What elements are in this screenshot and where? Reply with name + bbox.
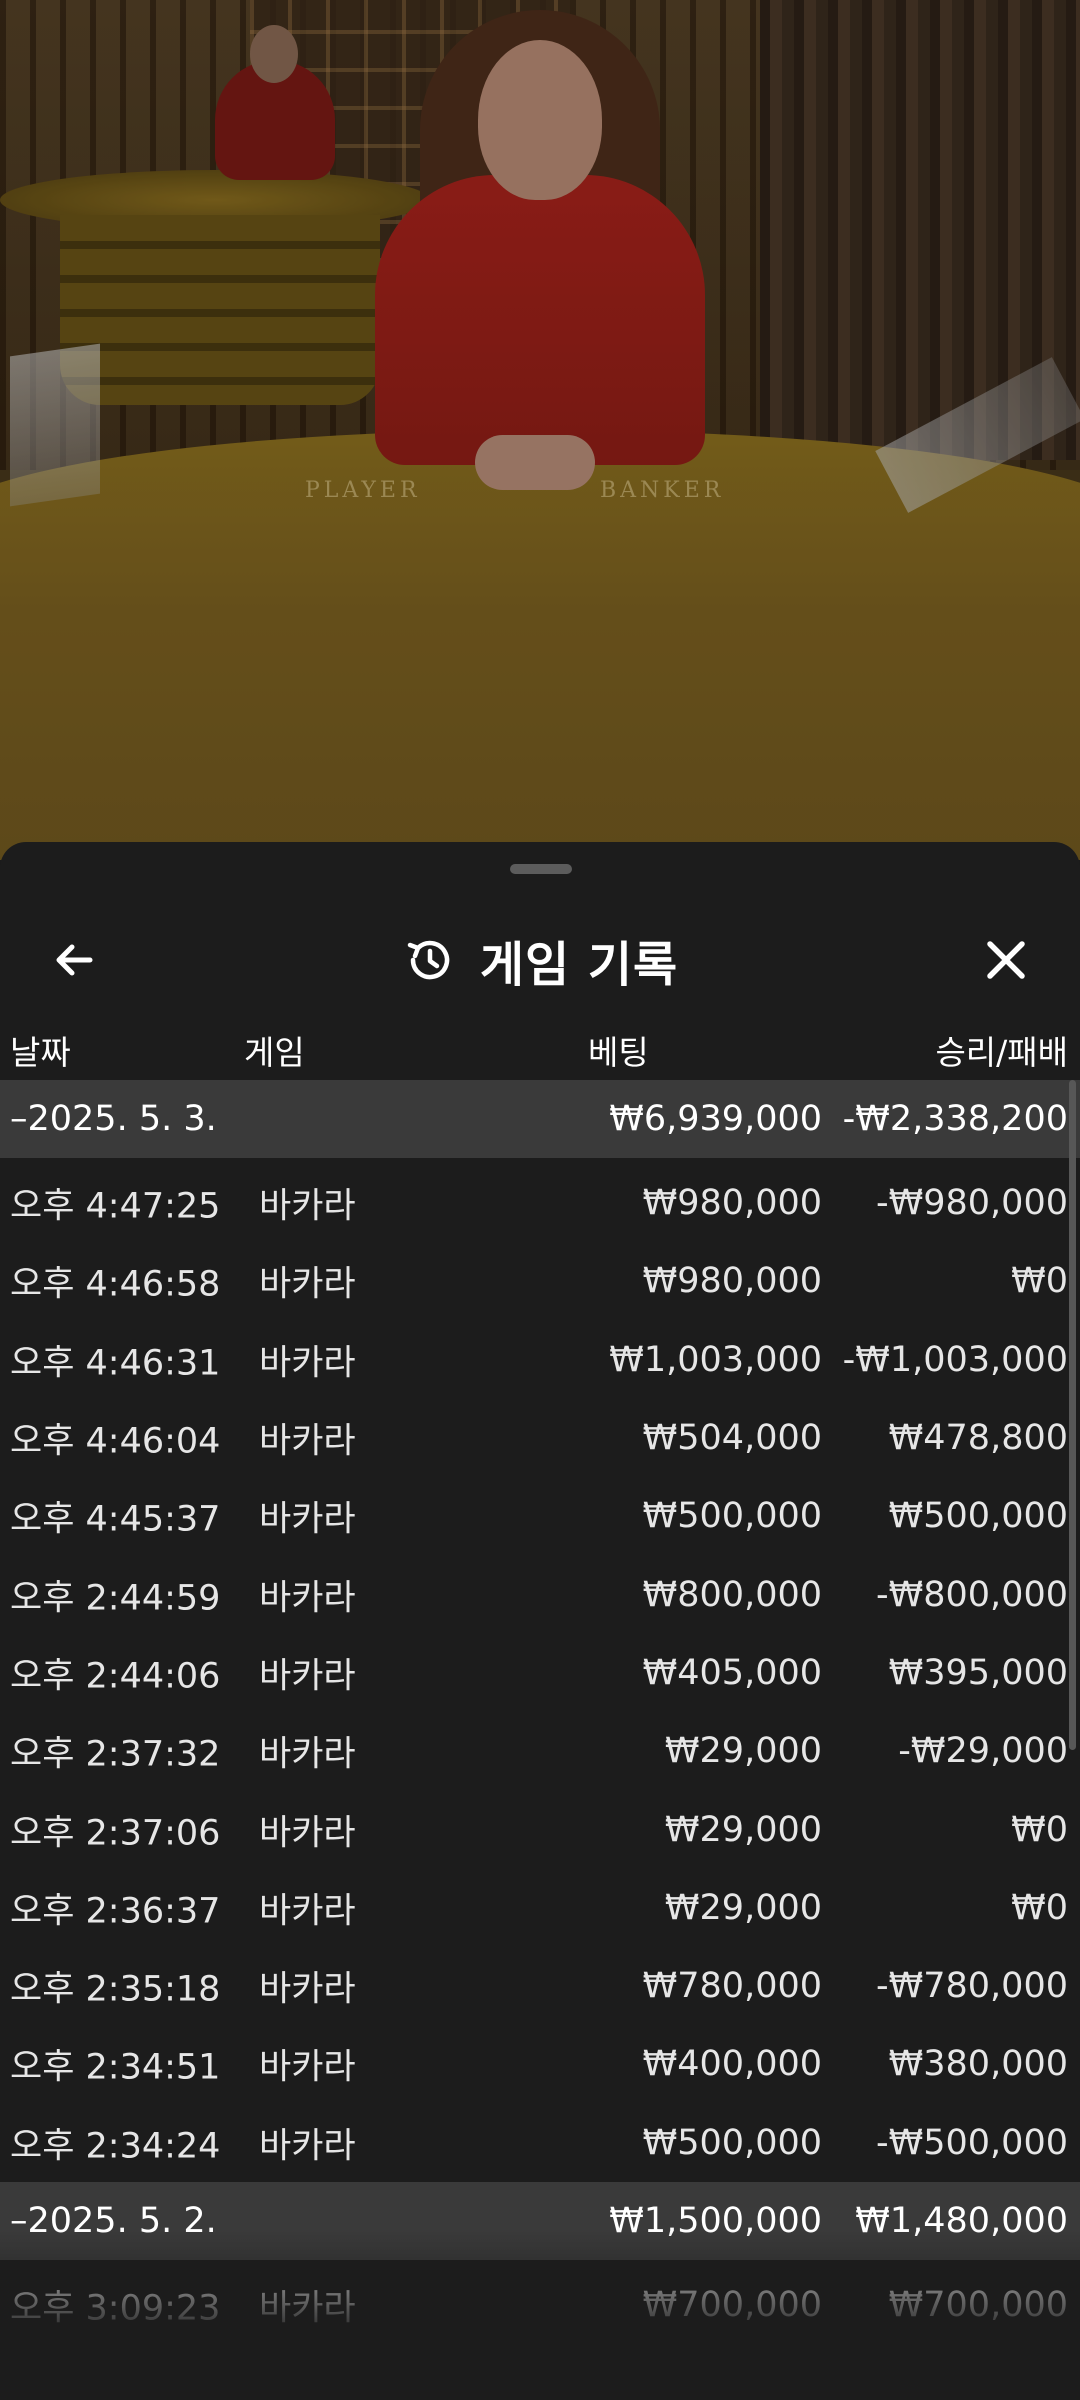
row-game: 바카라 bbox=[259, 2126, 356, 2167]
table-row[interactable]: 오후 4:46:04 바카라 ₩504,000 ₩478,800 bbox=[0, 1399, 1080, 1477]
row-game: 바카라 bbox=[259, 1186, 356, 1227]
row-result: -₩1,003,000 bbox=[842, 1339, 1068, 1380]
table-row[interactable]: 오후 4:45:37 바카라 ₩500,000 ₩500,000 bbox=[0, 1477, 1080, 1555]
row-time: 오후 4:46:04 bbox=[10, 1421, 221, 1462]
row-result: -₩980,000 bbox=[876, 1183, 1068, 1224]
history-clock-icon bbox=[407, 940, 450, 980]
row-result: -₩800,000 bbox=[876, 1574, 1068, 1615]
row-result: ₩478,800 bbox=[888, 1418, 1068, 1459]
game-history-screen: PLAYER BANKER 게임 기록 날짜 게임 베팅 승리/패배 –2025… bbox=[0, 0, 1080, 2400]
group-date: –2025. 5. 2. bbox=[10, 2200, 217, 2241]
row-time: 오후 2:36:37 bbox=[10, 1891, 221, 1932]
table-row[interactable]: 오후 4:46:58 바카라 ₩980,000 ₩0 bbox=[0, 1242, 1080, 1320]
row-game: 바카라 bbox=[259, 1969, 356, 2010]
row-result: ₩700,000 bbox=[888, 2285, 1068, 2325]
row-game: 바카라 bbox=[259, 1578, 356, 1619]
row-result: ₩500,000 bbox=[888, 1496, 1068, 1537]
row-time: 오후 2:37:32 bbox=[10, 1734, 221, 1775]
sheet-drag-handle[interactable] bbox=[510, 864, 572, 874]
row-game: 바카라 bbox=[259, 2288, 356, 2329]
row-time: 오후 4:46:31 bbox=[10, 1343, 221, 1384]
row-bet: ₩29,000 bbox=[664, 1887, 822, 1928]
group-bet-total: ₩1,500,000 bbox=[609, 2200, 822, 2241]
column-header-bet: 베팅 bbox=[588, 1033, 649, 1072]
table-row[interactable]: 오후 2:37:32 바카라 ₩29,000 -₩29,000 bbox=[0, 1712, 1080, 1790]
close-icon bbox=[987, 941, 1025, 979]
sheet-title-group: 게임 기록 bbox=[0, 922, 1080, 998]
column-header-result: 승리/패배 bbox=[935, 1033, 1068, 1072]
table-row[interactable]: 오후 2:37:06 바카라 ₩29,000 ₩0 bbox=[0, 1790, 1080, 1868]
scrollbar[interactable] bbox=[1069, 1080, 1076, 1750]
row-result: -₩500,000 bbox=[876, 2122, 1068, 2163]
row-result: ₩395,000 bbox=[888, 1652, 1068, 1693]
row-game: 바카라 bbox=[259, 1813, 356, 1854]
table-row[interactable]: 오후 4:46:31 바카라 ₩1,003,000 -₩1,003,000 bbox=[0, 1321, 1080, 1399]
row-result: ₩0 bbox=[1011, 1809, 1068, 1850]
row-bet: ₩405,000 bbox=[642, 1652, 822, 1693]
live-dealer-video: PLAYER BANKER bbox=[0, 0, 1080, 860]
row-game: 바카라 bbox=[259, 1734, 356, 1775]
row-bet: ₩700,000 bbox=[642, 2285, 822, 2325]
table-header: 날짜 게임 베팅 승리/패배 bbox=[0, 1012, 1080, 1082]
row-time: 오후 2:34:24 bbox=[10, 2126, 221, 2167]
row-game: 바카라 bbox=[259, 1891, 356, 1932]
table-row[interactable]: 오후 2:34:51 바카라 ₩400,000 ₩380,000 bbox=[0, 2025, 1080, 2103]
row-bet: ₩500,000 bbox=[642, 1496, 822, 1537]
row-bet: ₩400,000 bbox=[642, 2044, 822, 2085]
row-result: ₩0 bbox=[1011, 1261, 1068, 1302]
row-time: 오후 3:09:23 bbox=[10, 2288, 221, 2329]
row-result: ₩0 bbox=[1011, 1887, 1068, 1928]
row-time: 오후 2:44:06 bbox=[10, 1656, 221, 1697]
date-group-row[interactable]: –2025. 5. 2. ₩1,500,000 ₩1,480,000 bbox=[0, 2181, 1080, 2260]
row-result: -₩780,000 bbox=[876, 1966, 1068, 2007]
table-row[interactable]: 오후 2:34:24 바카라 ₩500,000 -₩500,000 bbox=[0, 2104, 1080, 2182]
table-row[interactable]: 오후 3:09:23 바카라 ₩700,000 ₩700,000 bbox=[0, 2266, 1080, 2344]
group-result-total: ₩1,480,000 bbox=[855, 2200, 1068, 2241]
row-bet: ₩29,000 bbox=[664, 1731, 822, 1772]
close-button[interactable] bbox=[970, 924, 1042, 996]
row-result: ₩380,000 bbox=[888, 2044, 1068, 2085]
group-bet-total: ₩6,939,000 bbox=[609, 1099, 822, 1139]
table-row[interactable]: 오후 4:47:25 바카라 ₩980,000 -₩980,000 bbox=[0, 1164, 1080, 1242]
table-row[interactable]: 오후 2:44:59 바카라 ₩800,000 -₩800,000 bbox=[0, 1555, 1080, 1633]
row-time: 오후 2:35:18 bbox=[10, 1969, 221, 2010]
page-title: 게임 기록 bbox=[479, 937, 679, 993]
row-game: 바카라 bbox=[259, 1343, 356, 1384]
row-time: 오후 4:47:25 bbox=[10, 1186, 221, 1227]
table-row[interactable]: 오후 2:35:18 바카라 ₩780,000 -₩780,000 bbox=[0, 1947, 1080, 2025]
row-game: 바카라 bbox=[259, 1264, 356, 1305]
row-bet: ₩780,000 bbox=[642, 1966, 822, 2007]
history-list[interactable]: –2025. 5. 3. ₩6,939,000 -₩2,338,200 오후 4… bbox=[0, 1080, 1080, 2344]
row-game: 바카라 bbox=[259, 1499, 356, 1540]
row-bet: ₩29,000 bbox=[664, 1809, 822, 1850]
row-game: 바카라 bbox=[259, 1421, 356, 1462]
row-bet: ₩504,000 bbox=[642, 1418, 822, 1459]
group-date: –2025. 5. 3. bbox=[10, 1099, 217, 1139]
row-bet: ₩1,003,000 bbox=[609, 1339, 822, 1380]
game-history-sheet: 게임 기록 날짜 게임 베팅 승리/패배 –2025. 5. 3. ₩6,939… bbox=[0, 842, 1080, 2400]
row-time: 오후 2:37:06 bbox=[10, 1813, 221, 1854]
column-header-game: 게임 bbox=[244, 1033, 305, 1072]
row-bet: ₩980,000 bbox=[642, 1183, 822, 1224]
row-time: 오후 4:45:37 bbox=[10, 1499, 221, 1540]
group-result-total: -₩2,338,200 bbox=[842, 1099, 1068, 1139]
row-game: 바카라 bbox=[259, 1656, 356, 1697]
row-time: 오후 4:46:58 bbox=[10, 1264, 221, 1305]
row-bet: ₩800,000 bbox=[642, 1574, 822, 1615]
row-game: 바카라 bbox=[259, 2047, 356, 2088]
table-row[interactable]: 오후 2:44:06 바카라 ₩405,000 ₩395,000 bbox=[0, 1634, 1080, 1712]
sheet-header: 게임 기록 bbox=[0, 902, 1080, 1012]
table-row[interactable]: 오후 2:36:37 바카라 ₩29,000 ₩0 bbox=[0, 1869, 1080, 1947]
column-header-date: 날짜 bbox=[10, 1033, 71, 1072]
row-bet: ₩500,000 bbox=[642, 2122, 822, 2163]
row-time: 오후 2:34:51 bbox=[10, 2047, 221, 2088]
row-result: -₩29,000 bbox=[898, 1731, 1068, 1772]
date-group-row[interactable]: –2025. 5. 3. ₩6,939,000 -₩2,338,200 bbox=[0, 1080, 1080, 1158]
row-bet: ₩980,000 bbox=[642, 1261, 822, 1302]
row-time: 오후 2:44:59 bbox=[10, 1578, 221, 1619]
